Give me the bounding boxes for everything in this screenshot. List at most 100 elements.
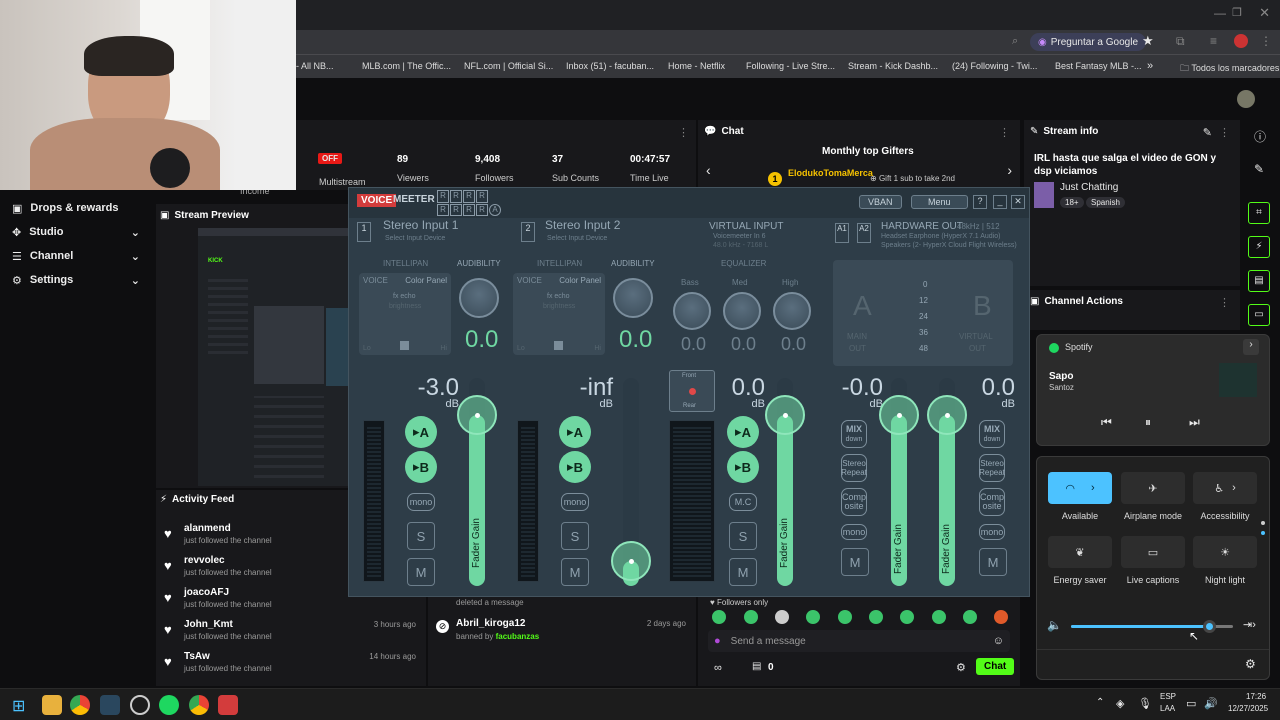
clock-date[interactable]: 12/27/2025: [1228, 704, 1268, 713]
strip-1-a-button[interactable]: ▸ A: [405, 416, 437, 448]
chevron-right-icon[interactable]: ›: [1007, 162, 1012, 178]
intellipan-pad-2[interactable]: VOICE Color Panel fx echo brightness Lo …: [513, 273, 605, 355]
activity-user[interactable]: revvolec: [184, 555, 225, 566]
volume-slider[interactable]: [1071, 620, 1233, 633]
pan-dot[interactable]: [689, 388, 696, 395]
strip-2-solo-button[interactable]: S: [561, 522, 589, 550]
speaker-icon[interactable]: 🔈: [1047, 618, 1062, 632]
gift-hint[interactable]: ⊕ Gift 1 sub to take 2nd: [870, 174, 955, 183]
pencil-icon[interactable]: ✎: [1254, 162, 1264, 176]
network-icon[interactable]: ▭: [1186, 697, 1196, 710]
vm-menu-button[interactable]: Menu: [911, 195, 968, 209]
overflow-chevron-icon[interactable]: »: [1147, 60, 1153, 72]
emote-picker-icon[interactable]: ●: [714, 635, 721, 647]
virtual-b-button[interactable]: ▸ B: [727, 451, 759, 483]
sidebar-item-channel[interactable]: ☰ Channel ⌄: [0, 244, 152, 268]
previous-track-icon[interactable]: ⏮: [1101, 415, 1112, 430]
sidebar-item-studio[interactable]: ✥ Studio ⌄: [0, 220, 152, 244]
minimize-icon[interactable]: —: [1214, 6, 1226, 20]
intellipan-cursor[interactable]: [400, 341, 409, 350]
ask-google-button[interactable]: ◉ Preguntar a Google: [1030, 33, 1147, 51]
keyboard-layout[interactable]: LAA: [1160, 704, 1175, 713]
live-captions-tile[interactable]: ▭: [1121, 536, 1185, 568]
top-gifter-name[interactable]: ElodukoTomaMerca: [788, 168, 873, 178]
strip-2-b-button[interactable]: ▸ B: [559, 451, 591, 483]
vm-close-icon[interactable]: ✕: [1011, 195, 1025, 209]
activity-user[interactable]: joacoAFJ: [184, 587, 229, 598]
next-track-icon[interactable]: ⏭: [1189, 415, 1200, 430]
strip-1-fader-knob[interactable]: [457, 395, 497, 436]
virtual-a-button[interactable]: ▸ A: [727, 416, 759, 448]
chrome-icon[interactable]: [189, 695, 209, 715]
page-dot[interactable]: [1261, 521, 1265, 525]
settings-gear-icon[interactable]: ⚙: [1245, 657, 1256, 671]
channel-actions-more-icon[interactable]: ⋮: [1219, 296, 1230, 309]
strip-1-name[interactable]: Stereo Input 1: [383, 218, 458, 232]
activity-user[interactable]: John_Kmt: [184, 619, 233, 630]
profile-avatar[interactable]: [1234, 34, 1248, 48]
out-a-stereo-repeat-button[interactable]: Stereo Repeat: [841, 454, 867, 482]
virtual-solo-button[interactable]: S: [729, 522, 757, 550]
out-b-composite-button[interactable]: Comp osite: [979, 488, 1005, 516]
strip-2-name[interactable]: Stereo Input 2: [545, 218, 620, 232]
help-icon[interactable]: ?: [973, 195, 987, 209]
page-dot[interactable]: [1261, 531, 1265, 535]
out-a-mute-button[interactable]: M: [841, 548, 869, 576]
bookmark-item[interactable]: Best Fantasy MLB -...: [1055, 61, 1142, 71]
emote[interactable]: [963, 610, 977, 624]
file-explorer-icon[interactable]: [42, 695, 62, 715]
crop-icon[interactable]: ⌗: [1248, 202, 1270, 224]
emote[interactable]: [900, 610, 914, 624]
search-icon[interactable]: ⌕: [1012, 35, 1018, 48]
user-avatar[interactable]: [1237, 90, 1255, 108]
edit-icon[interactable]: ✎: [1203, 126, 1212, 139]
extensions-icon[interactable]: ⧉: [1176, 34, 1185, 49]
wifi-tile[interactable]: ◠ ›: [1048, 472, 1112, 504]
chevron-up-icon[interactable]: ⌃: [1096, 697, 1104, 708]
link-icon[interactable]: ∞: [714, 662, 722, 674]
strip-2-mono-button[interactable]: mono: [561, 493, 589, 511]
strip-2-a-button[interactable]: ▸ A: [559, 416, 591, 448]
bookmark-item[interactable]: - All NB...: [296, 61, 334, 71]
emote[interactable]: [838, 610, 852, 624]
volume-thumb[interactable]: [1202, 620, 1216, 633]
maximize-icon[interactable]: ❐: [1232, 6, 1242, 19]
tray-icon[interactable]: ◈: [1116, 697, 1124, 710]
bookmark-item[interactable]: Inbox (51) - facuban...: [566, 61, 654, 71]
energy-saver-tile[interactable]: ❦: [1048, 536, 1112, 568]
mic-icon[interactable]: 🎙: [1138, 697, 1152, 710]
star-icon[interactable]: ★: [1142, 33, 1154, 49]
chat-input[interactable]: ● Send a message ☺: [708, 630, 1010, 652]
banned-user[interactable]: Abril_kiroga12: [456, 618, 525, 629]
bookmark-item[interactable]: Stream - Kick Dashb...: [848, 61, 938, 71]
obs-icon[interactable]: [130, 695, 150, 715]
spotify-taskbar-icon[interactable]: [159, 695, 179, 715]
out-b-mute-button[interactable]: M: [979, 548, 1007, 576]
bookmark-item[interactable]: NFL.com | Official Si...: [464, 61, 553, 71]
intellipan-cursor[interactable]: [554, 341, 563, 350]
moderator-name[interactable]: facubanzas: [496, 632, 540, 641]
virtual-fader-knob[interactable]: [765, 395, 805, 436]
hardware-out-device-1[interactable]: Headset Earphone (HyperX 7.1 Audio): [881, 233, 1000, 240]
chat-send-button[interactable]: Chat: [976, 658, 1015, 675]
strip-1-solo-button[interactable]: S: [407, 522, 435, 550]
out-a-mix-button[interactable]: MIX down: [841, 420, 867, 448]
vban-button[interactable]: VBAN: [859, 195, 902, 209]
volume-icon[interactable]: 🔊: [1204, 697, 1218, 710]
audio-output-icon[interactable]: ⇥›: [1243, 618, 1256, 631]
surround-pan-pad[interactable]: Front Rear: [669, 370, 715, 412]
sidebar-item-settings[interactable]: ⚙ Settings ⌄: [0, 268, 152, 292]
activity-user[interactable]: alanmend: [184, 523, 231, 534]
bookmark-item[interactable]: MLB.com | The Offic...: [362, 61, 451, 71]
media-icon[interactable]: ≡: [1210, 34, 1217, 48]
emote[interactable]: [744, 610, 758, 624]
accessibility-tile[interactable]: ♿ ›: [1193, 472, 1257, 504]
strip-2-number[interactable]: 2: [521, 222, 535, 242]
night-light-tile[interactable]: ☀: [1193, 536, 1257, 568]
bookmark-item[interactable]: (24) Following - Twi...: [952, 61, 1037, 71]
windows-start-icon[interactable]: ⊞: [12, 696, 25, 716]
out-b-stereo-repeat-button[interactable]: Stereo Repeat: [979, 454, 1005, 482]
stream-info-more-icon[interactable]: ⋮: [1219, 126, 1230, 139]
virtual-mute-button[interactable]: M: [729, 558, 757, 586]
intellipan-pad-1[interactable]: VOICE Color Panel fx echo brightness Lo …: [359, 273, 451, 355]
